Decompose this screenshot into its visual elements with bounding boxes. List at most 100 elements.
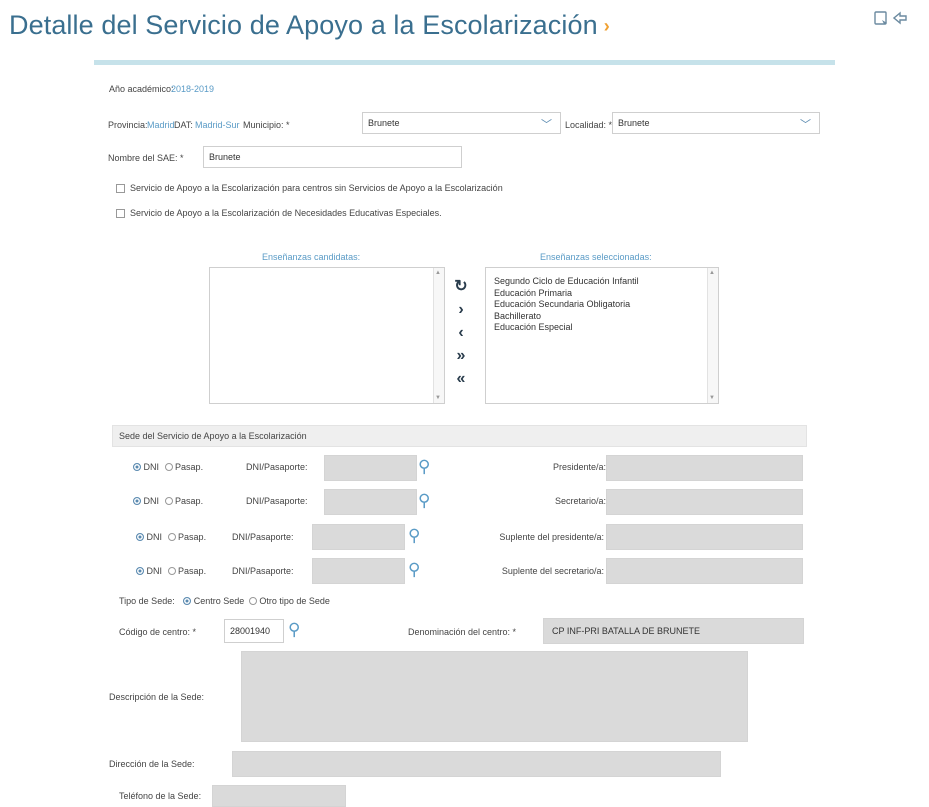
dat-value: Madrid-Sur [195, 120, 240, 130]
radio-pasap-label: Pasap. [178, 566, 207, 576]
radio-otro-tipo[interactable] [248, 597, 257, 605]
doc-input[interactable] [312, 558, 405, 584]
page-title: Detalle del Servicio de Apoyo a la Escol… [9, 10, 610, 41]
search-icon[interactable]: ⚲ [408, 526, 420, 546]
radio-pasap[interactable] [167, 567, 176, 575]
doc-label: DNI/Pasaporte: [246, 462, 308, 472]
search-icon[interactable]: ⚲ [418, 457, 430, 477]
telefono-label: Teléfono de la Sede: [119, 791, 202, 801]
document-icon[interactable] [873, 10, 889, 31]
refresh-icon[interactable]: ↻ [452, 279, 470, 295]
doc-type-radios: DNI Pasap. [136, 566, 206, 576]
doc-type-radios: DNI Pasap. [133, 462, 203, 472]
role-name-field [606, 489, 803, 515]
radio-dni[interactable] [133, 463, 141, 471]
municipio-label: Municipio: * [243, 120, 290, 130]
denominacion-label: Denominación del centro: * [408, 627, 517, 637]
page-title-text: Detalle del Servicio de Apoyo a la Escol… [9, 10, 598, 40]
header-actions [873, 10, 911, 31]
anio-value: 2018-2019 [171, 84, 215, 94]
doc-input[interactable] [324, 489, 417, 515]
radio-centro-sede[interactable] [183, 597, 192, 605]
codigo-input[interactable]: 28001940 [224, 619, 284, 643]
dat-label: DAT: [174, 120, 193, 130]
chevron-down-icon: ﹀ [541, 119, 552, 131]
telefono-field[interactable] [212, 785, 346, 807]
role-label: Secretario/a: [554, 496, 606, 506]
move-right-icon[interactable]: › [452, 302, 470, 318]
radio-pasap-label: Pasap. [175, 496, 204, 506]
scroll-down-icon[interactable]: ▼ [709, 395, 715, 401]
descripcion-label: Descripción de la Sede: [109, 692, 205, 702]
move-all-right-icon[interactable]: » [452, 348, 470, 364]
check-sin-sae[interactable] [116, 184, 125, 193]
tipo-sede-label: Tipo de Sede: [119, 596, 175, 606]
denominacion-field: CP INF-PRI BATALLA DE BRUNETE [543, 618, 804, 644]
check-nee-label: Servicio de Apoyo a la Escolarización de… [130, 208, 442, 218]
chevron-right-icon: › [603, 16, 610, 36]
scrollbar[interactable]: ▲ ▼ [707, 268, 718, 403]
list-item[interactable]: Educación Especial [494, 322, 639, 334]
radio-dni[interactable] [136, 567, 144, 575]
header-divider [94, 60, 835, 65]
back-icon[interactable] [892, 10, 907, 31]
doc-label: DNI/Pasaporte: [232, 566, 294, 576]
seleccionadas-title: Enseñanzas seleccionadas: [540, 252, 652, 262]
search-icon[interactable]: ⚲ [408, 560, 420, 580]
list-item[interactable]: Segundo Ciclo de Educación Infantil [494, 276, 639, 288]
radio-pasap[interactable] [164, 497, 173, 505]
candidatas-title: Enseñanzas candidatas: [262, 252, 361, 262]
search-icon[interactable]: ⚲ [288, 620, 300, 640]
list-item[interactable]: Educación Secundaria Obligatoria [494, 299, 639, 311]
doc-label: DNI/Pasaporte: [232, 532, 294, 542]
search-icon[interactable]: ⚲ [418, 491, 430, 511]
codigo-value: 28001940 [230, 626, 271, 636]
seleccionadas-list[interactable]: Segundo Ciclo de Educación Infantil Educ… [485, 267, 719, 404]
radio-centro-sede-label: Centro Sede [193, 596, 245, 606]
scroll-down-icon[interactable]: ▼ [435, 395, 441, 401]
radio-dni-label: DNI [143, 496, 160, 506]
direccion-field[interactable] [232, 751, 721, 777]
radio-dni[interactable] [136, 533, 144, 541]
denominacion-value: CP INF-PRI BATALLA DE BRUNETE [552, 626, 701, 636]
radio-dni[interactable] [133, 497, 141, 505]
nombre-sae-label: Nombre del SAE: * [108, 153, 184, 163]
candidatas-list[interactable]: ▲ ▼ [209, 267, 445, 404]
municipio-value: Brunete [368, 118, 400, 128]
check-nee[interactable] [116, 209, 125, 218]
nombre-sae-input[interactable]: Brunete [203, 146, 462, 168]
localidad-value: Brunete [618, 118, 650, 128]
list-item[interactable]: Bachillerato [494, 311, 639, 323]
radio-dni-label: DNI [146, 566, 163, 576]
radio-otro-tipo-label: Otro tipo de Sede [259, 596, 330, 606]
move-all-left-icon[interactable]: « [452, 371, 470, 387]
provincia-value: Madrid [147, 120, 175, 130]
codigo-label: Código de centro: * [119, 627, 197, 637]
scrollbar[interactable]: ▲ ▼ [433, 268, 444, 403]
anio-label: Año académico: [109, 84, 174, 94]
scroll-up-icon[interactable]: ▲ [435, 270, 441, 276]
radio-pasap[interactable] [167, 533, 176, 541]
descripcion-field[interactable] [241, 651, 748, 742]
localidad-label: Localidad: * [565, 120, 613, 130]
doc-label: DNI/Pasaporte: [246, 496, 308, 506]
provincia-label: Provincia: [108, 120, 148, 130]
doc-input[interactable] [324, 455, 417, 481]
radio-pasap[interactable] [164, 463, 173, 471]
direccion-label: Dirección de la Sede: [109, 759, 195, 769]
doc-input[interactable] [312, 524, 405, 550]
nombre-sae-value: Brunete [209, 152, 241, 162]
doc-type-radios: DNI Pasap. [136, 532, 206, 542]
radio-pasap-label: Pasap. [178, 532, 207, 542]
chevron-down-icon: ﹀ [800, 119, 811, 131]
radio-pasap-label: Pasap. [175, 462, 204, 472]
role-name-field [606, 524, 803, 550]
localidad-select[interactable]: Brunete ﹀ [612, 112, 820, 134]
list-item[interactable]: Educación Primaria [494, 288, 639, 300]
tipo-sede-group: Tipo de Sede: Centro Sede Otro tipo de S… [119, 596, 330, 606]
scroll-up-icon[interactable]: ▲ [709, 270, 715, 276]
move-left-icon[interactable]: ‹ [452, 325, 470, 341]
check-sin-sae-label: Servicio de Apoyo a la Escolarización pa… [130, 183, 503, 193]
sede-section-header: Sede del Servicio de Apoyo a la Escolari… [112, 425, 807, 447]
municipio-select[interactable]: Brunete ﹀ [362, 112, 561, 134]
